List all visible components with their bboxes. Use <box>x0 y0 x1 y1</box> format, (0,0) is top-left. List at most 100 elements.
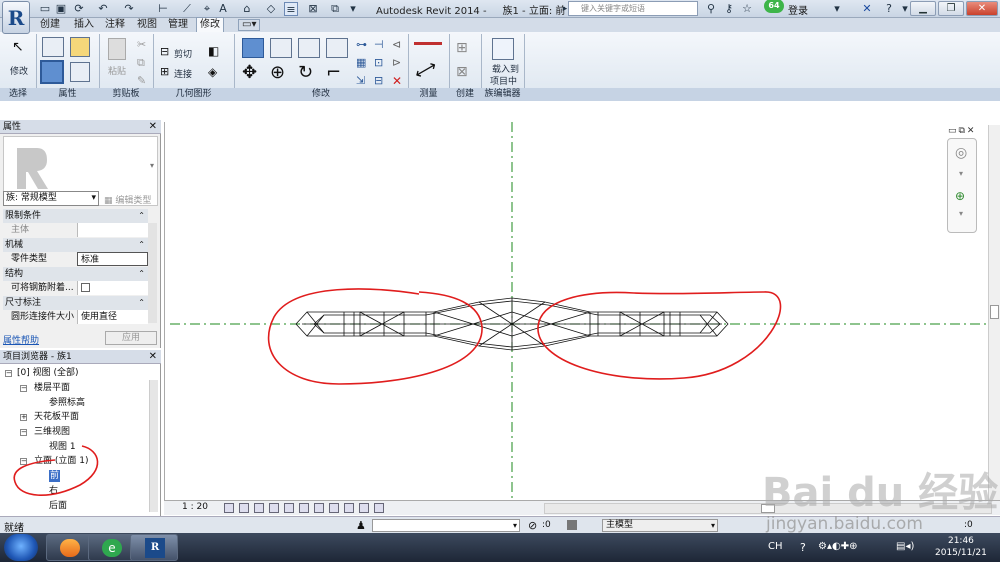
copy-element-icon[interactable]: ⊕ <box>270 64 285 82</box>
tree-floor-plans[interactable]: 楼层平面 <box>34 382 70 394</box>
tab-insert[interactable]: 插入 <box>74 18 94 32</box>
crop-view-icon[interactable] <box>284 503 294 513</box>
aligned-dim-icon[interactable]: ⟋ <box>180 2 194 16</box>
redo-icon[interactable]: ↷ <box>122 2 136 16</box>
analysis-icon[interactable] <box>359 503 369 513</box>
tree-ref-level[interactable]: 参照标高 <box>49 397 85 409</box>
design-option-icon[interactable] <box>567 520 577 530</box>
view-scale[interactable]: 1 : 20 <box>182 502 208 512</box>
3d-view-icon[interactable]: ⌂ <box>240 2 254 16</box>
pin-icon[interactable]: ⊡ <box>374 56 383 69</box>
cut-geometry-icon[interactable]: ⊟ <box>160 45 169 58</box>
visual-style-icon[interactable] <box>239 503 249 513</box>
cut-icon[interactable]: ✂ <box>137 38 146 51</box>
modify-cursor-icon[interactable]: ↖ <box>12 40 26 56</box>
category-mechanical[interactable]: 机械 ⌃ <box>3 238 148 252</box>
login-link[interactable]: 登录 <box>788 2 808 17</box>
qat-dropdown-icon[interactable]: ▾ <box>346 2 360 16</box>
login-dropdown-icon[interactable]: ▾ <box>830 2 844 16</box>
trim-single-icon[interactable]: ⊣ <box>374 38 384 51</box>
switch-windows-icon[interactable]: ⧉ <box>328 2 342 16</box>
thin-lines-icon[interactable]: ≡ <box>284 2 298 16</box>
temp-view-props-icon[interactable] <box>344 503 354 513</box>
sync-icon[interactable]: ⟳ <box>72 2 86 16</box>
communication-icon[interactable]: ☆ <box>740 2 754 16</box>
maximize-button[interactable]: ❐ <box>938 1 964 16</box>
expand-icon[interactable]: + <box>20 414 27 421</box>
apply-button[interactable]: 应用 <box>105 331 157 345</box>
minimize-button[interactable]: ▁ <box>910 1 936 16</box>
flag-icon[interactable]: ⊳ <box>392 56 401 69</box>
measure-icon[interactable]: ⊢ <box>156 2 170 16</box>
section-icon[interactable]: ◇ <box>264 2 278 16</box>
property-value[interactable]: 标准 <box>77 252 148 266</box>
scale-icon[interactable]: ⇲ <box>356 74 365 87</box>
scroll-thumb[interactable] <box>990 305 999 319</box>
join-geometry-icon[interactable]: ⊞ <box>160 65 169 78</box>
property-value[interactable] <box>77 281 148 295</box>
offset-icon[interactable] <box>270 38 292 58</box>
load-into-project-icon[interactable] <box>492 38 514 60</box>
search-input[interactable]: 键入关键字或短语 <box>568 1 698 16</box>
close-button[interactable]: ✕ <box>966 1 998 16</box>
tree-views-all[interactable]: [0] 视图 (全部) <box>17 367 79 379</box>
collapse-icon[interactable]: − <box>5 370 12 377</box>
help-icon[interactable]: ? <box>882 2 896 16</box>
navigation-bar[interactable]: ◎ ▾ ⊕ ▾ <box>947 138 977 233</box>
temp-hide-icon[interactable] <box>314 503 324 513</box>
canvas-vertical-scrollbar[interactable] <box>988 125 1000 500</box>
property-row-connector-size[interactable]: 圆形连接件大小 使用直径 <box>3 310 148 324</box>
view-window-controls[interactable]: ▭⧉✕ <box>948 126 976 136</box>
workset-icon[interactable]: ♟ <box>356 519 366 532</box>
revit-taskbar-icon[interactable]: R <box>130 534 178 561</box>
detail-level-icon[interactable] <box>224 503 234 513</box>
cut-geometry-button[interactable]: 剪切 <box>174 47 192 60</box>
tab-annotate[interactable]: 注释 <box>105 18 125 32</box>
revit-app-icon[interactable]: R <box>2 1 30 34</box>
paste-button[interactable]: 粘贴 <box>108 64 126 77</box>
browser-app-icon[interactable] <box>46 534 94 561</box>
collapse-icon[interactable]: ⌃ <box>138 238 145 252</box>
collapse-icon[interactable]: ⌃ <box>138 267 145 281</box>
filter-icon[interactable]: ⊘ <box>528 519 537 532</box>
rebar-checkbox[interactable] <box>81 283 90 292</box>
category-structure[interactable]: 结构 ⌃ <box>3 267 148 281</box>
collapse-icon[interactable]: ⌃ <box>138 209 145 223</box>
aligned-dimension-icon[interactable]: ⟷ <box>411 56 440 84</box>
chevron-down-icon[interactable]: ▾ <box>959 209 963 218</box>
collapse-icon[interactable]: − <box>20 429 27 436</box>
unpin-icon[interactable]: ⊟ <box>374 74 383 87</box>
panel-toggle-icon[interactable]: ▭▾ <box>238 19 261 31</box>
collapse-icon[interactable]: ⌃ <box>138 296 145 310</box>
property-value[interactable]: 使用直径 <box>77 310 148 324</box>
show-crop-icon[interactable] <box>299 503 309 513</box>
tree-ceiling-plans[interactable]: 天花板平面 <box>34 411 79 423</box>
family-category-icon[interactable] <box>70 37 90 57</box>
reveal-hidden-icon[interactable] <box>329 503 339 513</box>
paste-icon[interactable] <box>108 38 126 60</box>
text-icon[interactable]: A <box>216 2 230 16</box>
wall-joins-icon[interactable]: ◧ <box>208 44 219 58</box>
system-clock[interactable]: 21:46 2015/11/21 <box>935 535 987 559</box>
model-select[interactable]: 主模型 ▾ <box>602 519 718 532</box>
shadows-icon[interactable] <box>269 503 279 513</box>
delete-unpin-icon[interactable]: ⊲ <box>392 38 401 51</box>
input-language[interactable]: CH <box>768 541 783 552</box>
join-geometry-button[interactable]: 连接 <box>174 67 192 80</box>
preview-dropdown-icon[interactable]: ▾ <box>150 161 154 170</box>
modify-button[interactable]: 修改 <box>10 64 28 77</box>
undo-icon[interactable]: ↶ <box>96 2 110 16</box>
property-row-host[interactable]: 主体 <box>3 223 148 237</box>
chevron-down-icon[interactable]: ▾ <box>959 169 963 178</box>
open-icon[interactable]: ▭ <box>38 2 52 16</box>
tree-3d-views[interactable]: 三维视图 <box>34 426 70 438</box>
properties-help-link[interactable]: 属性帮助 <box>3 333 39 346</box>
tab-modify[interactable]: 修改 <box>196 17 224 33</box>
load-into-project-label-2[interactable]: 项目中 <box>490 74 517 87</box>
close-icon[interactable]: ✕ <box>149 120 157 134</box>
tab-create[interactable]: 创建 <box>40 18 60 32</box>
mirror-axis-icon[interactable] <box>298 38 320 58</box>
split-icon[interactable]: ⊶ <box>356 38 367 51</box>
mirror-draw-icon[interactable] <box>326 38 348 58</box>
close-hidden-icon[interactable]: ⊠ <box>306 2 320 16</box>
